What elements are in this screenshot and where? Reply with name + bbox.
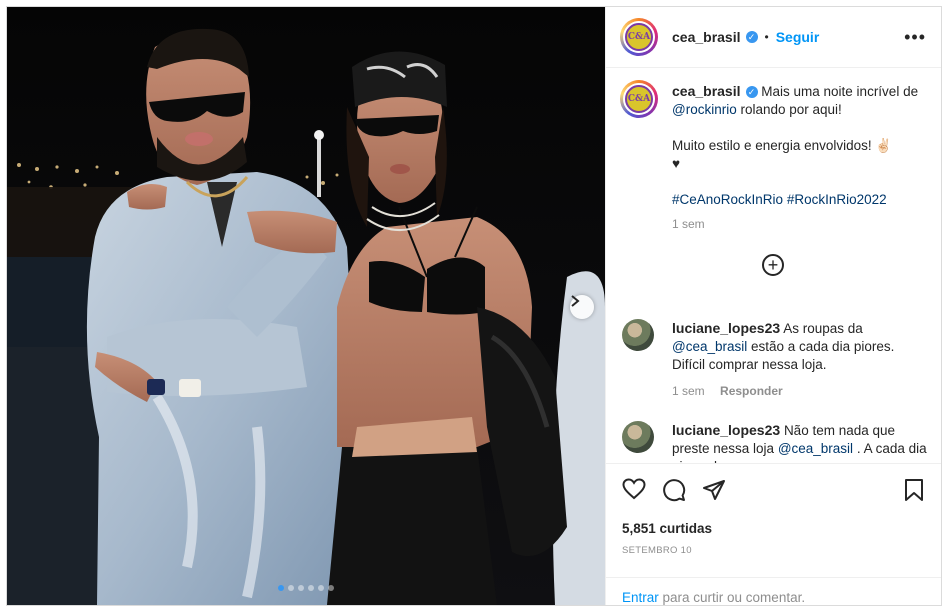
carousel-dot [328, 585, 334, 591]
caption-text: rolando por aqui! [736, 102, 842, 117]
avatar[interactable]: C&A [620, 18, 658, 56]
verified-badge-icon: ✓ [745, 31, 758, 43]
carousel-dot [288, 585, 294, 591]
mention-link[interactable]: @cea_brasil [672, 339, 747, 354]
avatar-logo-text: C&A [625, 85, 653, 113]
post-photo[interactable] [7, 7, 605, 605]
heart-icon[interactable] [622, 478, 646, 500]
comment-icon[interactable] [662, 478, 686, 502]
avatar-logo-text: C&A [625, 23, 653, 51]
post-date[interactable]: SETEMBRO 10 [622, 545, 692, 556]
mention-link[interactable]: @cea_brasil [778, 441, 853, 456]
comment-time[interactable]: 1 sem [672, 384, 705, 398]
caption-time[interactable]: 1 sem [672, 215, 928, 233]
hashtag-link[interactable]: #RockInRio2022 [787, 192, 887, 207]
likes-count[interactable]: 5,851 curtidas [622, 521, 712, 536]
comment-username[interactable]: luciane_lopes23 [672, 422, 780, 438]
comment-username[interactable]: luciane_lopes23 [672, 320, 780, 336]
comment-text: As roupas da [783, 321, 863, 336]
follow-button[interactable]: Seguir [776, 29, 820, 45]
commenter-avatar[interactable] [622, 319, 654, 351]
carousel-dot [318, 585, 324, 591]
login-prompt-text: para curtir ou comentar. [658, 590, 806, 605]
carousel-next-button[interactable] [570, 295, 594, 319]
post-dialog: C&A cea_brasil ✓ • Seguir ••• C&A cea_br… [6, 6, 942, 606]
caption-text: Mais uma noite incrível de [761, 84, 919, 99]
carousel-dot [298, 585, 304, 591]
reply-button[interactable]: Responder [720, 384, 783, 398]
hashtag-link[interactable]: #CeAnoRockInRio [672, 192, 783, 207]
photo-illustration [7, 7, 605, 605]
verified-badge-icon: ✓ [745, 86, 758, 99]
login-prompt: Entrar para curtir ou comentar. [606, 577, 941, 605]
post-side-panel: C&A cea_brasil ✓ • Seguir ••• C&A cea_br… [605, 7, 941, 605]
more-horizontal-icon[interactable]: ••• [904, 27, 926, 48]
chevron-right-icon [571, 295, 580, 307]
heart-emoji: ♥ [672, 156, 681, 171]
post-header: C&A cea_brasil ✓ • Seguir ••• [606, 7, 941, 68]
carousel-dot-active [278, 585, 284, 591]
commenter-avatar[interactable] [622, 421, 654, 453]
caption-avatar[interactable]: C&A [620, 80, 658, 118]
bookmark-icon[interactable] [904, 478, 924, 502]
send-icon[interactable] [702, 478, 726, 502]
comment-meta: 1 sem Responder [672, 382, 928, 400]
post-actions [606, 463, 941, 512]
mention-link[interactable]: @rockinrio [672, 102, 737, 117]
carousel-dot [308, 585, 314, 591]
comment-body: luciane_lopes23 Não tem nada que preste … [672, 421, 928, 463]
plus-circle-icon[interactable]: + [762, 254, 784, 276]
caption-body: cea_brasil ✓ Mais uma noite incrível de @… [672, 82, 928, 233]
caption-username[interactable]: cea_brasil [672, 83, 741, 99]
carousel-dots [7, 585, 605, 591]
comment-body: luciane_lopes23 As roupas da @cea_brasil… [672, 319, 928, 400]
caption-text: Muito estilo e energia envolvidos! ✌🏻 [672, 138, 893, 153]
header-separator: • [764, 30, 769, 44]
login-link[interactable]: Entrar [622, 590, 659, 605]
post-username[interactable]: cea_brasil [672, 29, 741, 45]
comments-scroll-area[interactable]: C&A cea_brasil ✓ Mais uma noite incrível … [606, 68, 941, 463]
